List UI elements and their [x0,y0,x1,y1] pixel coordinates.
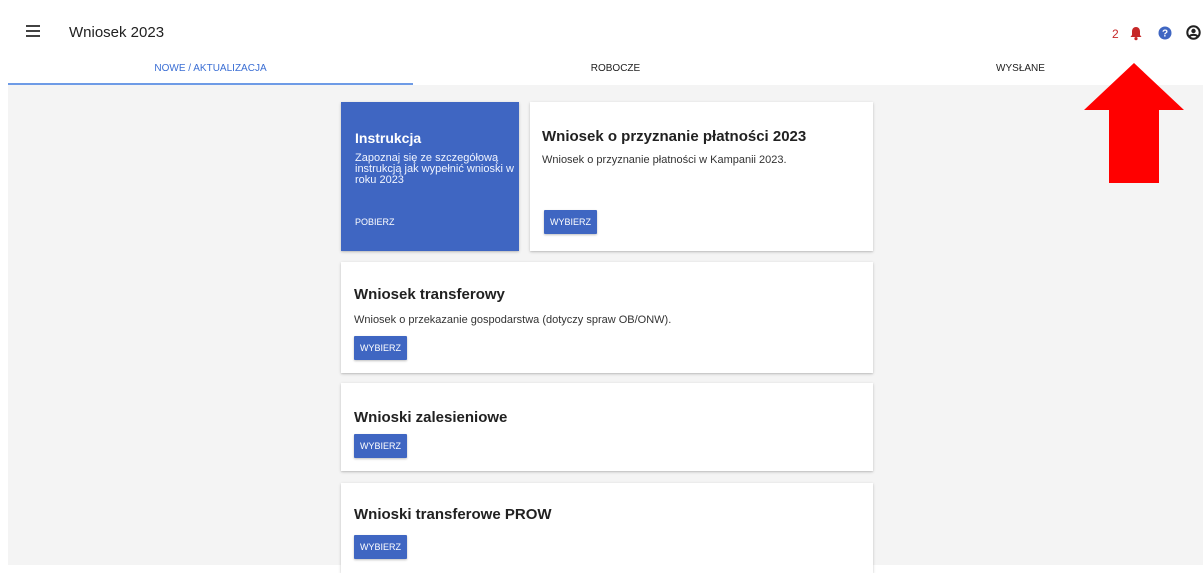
instruction-title: Instrukcja [355,130,422,146]
select-button[interactable]: WYBIERZ [354,535,408,559]
card-title: Wniosek o przyznanie płatności 2023 [542,128,807,145]
card-title: Wniosek transferowy [354,286,505,303]
instruction-card: Instrukcja Zapoznaj się ze szczegółową i… [341,102,519,251]
notification-count: 2 [1112,27,1119,41]
instruction-description: Zapoznaj się ze szczegółową instrukcją j… [355,152,514,186]
card-title: Wnioski transferowe PROW [354,506,552,523]
tab-bar: NOWE / AKTUALIZACJA ROBOCZE WYSŁANE [8,57,1203,85]
card-transfer-application: Wniosek transferowy Wniosek o przekazani… [341,262,873,373]
account-icon[interactable] [1186,25,1201,40]
select-button[interactable]: WYBIERZ [544,210,598,234]
svg-text:?: ? [1162,29,1168,40]
page-title: Wniosek 2023 [69,24,165,41]
card-afforestation-applications: Wnioski zalesieniowe WYBIERZ [341,383,873,471]
red-arrow-annotation [1084,63,1184,183]
card-description: Wniosek o przekazanie gospodarstwa (doty… [354,314,672,326]
bell-icon[interactable] [1129,26,1143,41]
app-header [0,10,1203,55]
card-payment-application: Wniosek o przyznanie płatności 2023 Wnio… [530,102,873,251]
select-button[interactable]: WYBIERZ [354,434,408,458]
download-link[interactable]: POBIERZ [355,217,395,227]
card-prow-transfer-applications: Wnioski transferowe PROW WYBIERZ [341,483,873,573]
menu-icon[interactable] [26,25,40,37]
card-title: Wnioski zalesieniowe [354,409,508,426]
select-button[interactable]: WYBIERZ [354,336,408,360]
help-icon[interactable]: ? [1158,26,1172,40]
tab-nowe-aktualizacja[interactable]: NOWE / AKTUALIZACJA [8,57,413,85]
tab-robocze[interactable]: ROBOCZE [413,57,818,85]
card-description: Wniosek o przyznanie płatności w Kampani… [542,154,787,166]
